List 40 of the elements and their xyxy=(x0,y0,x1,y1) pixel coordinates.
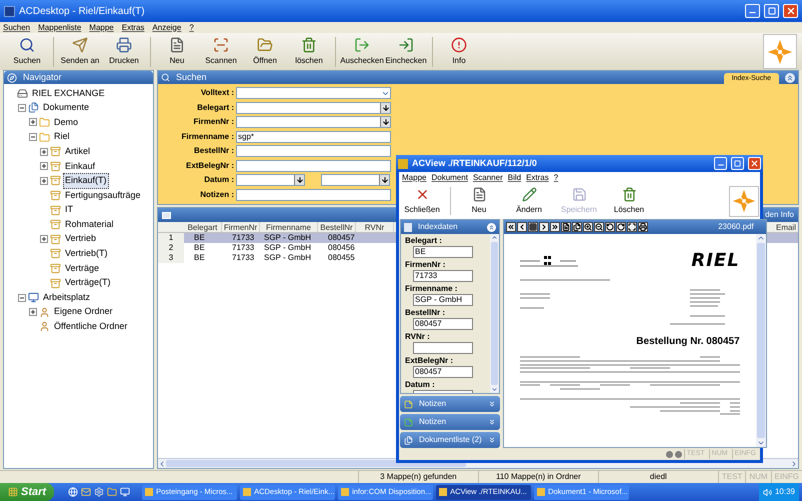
field-label: BestellNr : xyxy=(405,308,446,318)
table-cell-text: SGP - GmbH xyxy=(263,233,312,243)
field-label: Datum : xyxy=(203,174,234,186)
table-cell-text: 71733 xyxy=(231,243,256,253)
field-label: Belegart : xyxy=(196,102,234,114)
row-number: 3 xyxy=(158,253,184,263)
field-label: Notizen : xyxy=(199,188,234,201)
field-label: Datum : xyxy=(405,380,436,390)
window-title: ACDesktop - Riel/Einkauf(T) xyxy=(19,4,146,18)
table-cell-text: BE xyxy=(193,243,206,253)
table-cell-text: 080456 xyxy=(327,243,356,253)
table-cell-text: 080457 xyxy=(327,233,356,243)
field-label: Firmenname : xyxy=(180,130,234,143)
dialog-title: ACView ./RTEINKAUF/112/1/0 xyxy=(412,156,538,170)
document-heading: Bestellung Nr. 080457 xyxy=(636,335,740,349)
table-cell-text: 080455 xyxy=(327,253,356,263)
field-label: BestellNr : xyxy=(192,145,234,158)
table-cell-text: 71733 xyxy=(231,233,256,243)
table-cell-text: 71733 xyxy=(231,253,256,263)
row-number: 1 xyxy=(158,233,184,243)
panel-title: Indexdaten xyxy=(418,221,459,233)
company-logo: RIEL xyxy=(691,252,740,270)
row-number: 2 xyxy=(158,243,184,253)
header-text: den Info xyxy=(765,209,794,221)
field-label: ExtBelegNr : xyxy=(405,356,454,366)
field-label: ExtBelegNr : xyxy=(184,160,234,172)
table-cell-text: BE xyxy=(193,253,206,263)
table-cell-text: SGP - GmbH xyxy=(263,253,312,263)
field-label: FirmenNr : xyxy=(405,260,446,270)
field-label: Belegart : xyxy=(405,236,443,246)
field-label: FirmenNr : xyxy=(192,116,234,128)
clock: 10:39 xyxy=(774,486,795,498)
field-label: Volltext : xyxy=(200,87,234,100)
panel-title: Navigator xyxy=(23,70,62,84)
table-cell-text: SGP - GmbH xyxy=(263,243,312,253)
field-label: RVNr : xyxy=(405,332,431,342)
table-cell-text: BE xyxy=(193,233,206,243)
file-name: 23060.pdf xyxy=(718,221,755,233)
panel-title: Suchen xyxy=(176,70,208,84)
field-label: Firmenname : xyxy=(405,284,458,294)
